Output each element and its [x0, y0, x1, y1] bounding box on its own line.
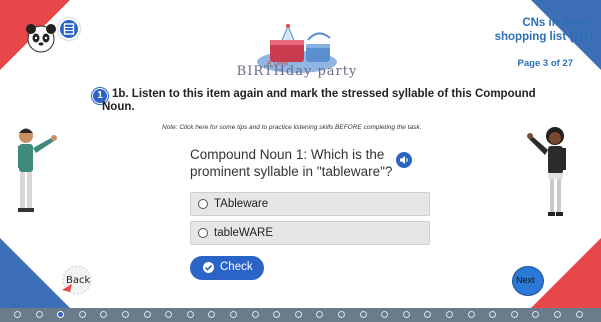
panda-icon: [26, 24, 56, 53]
back-button-label: Back: [66, 275, 91, 286]
progress-page-dot[interactable]: [467, 311, 475, 318]
question-instruction: 1b. Listen to this item again and mark t…: [102, 88, 552, 114]
man-character-illustration: [18, 128, 57, 212]
progress-page-dot[interactable]: [489, 311, 497, 318]
progress-page-dot[interactable]: [100, 311, 108, 318]
progress-page-dot[interactable]: [78, 311, 86, 318]
check-button-label: Check: [220, 261, 253, 273]
progress-page-dot[interactable]: [143, 311, 151, 318]
option-label: TAbleware: [214, 198, 269, 210]
progress-page-dot[interactable]: [122, 311, 129, 318]
instruction-line-2: Noun.: [102, 101, 135, 113]
progress-page-dot[interactable]: [57, 311, 65, 318]
back-button[interactable]: Back: [58, 264, 96, 296]
progress-page-dot[interactable]: [359, 311, 367, 318]
question-prompt: Compound Noun 1: Which is the prominent …: [190, 147, 393, 179]
progress-page-dot[interactable]: [424, 311, 432, 318]
progress-page-dot[interactable]: [338, 311, 345, 318]
logo-text: BIRTHday party: [236, 64, 358, 79]
progress-page-dot[interactable]: [510, 311, 518, 318]
radio-button[interactable]: [198, 228, 208, 238]
speaker-icon[interactable]: [396, 152, 412, 168]
option-label: tableWARE: [214, 227, 274, 239]
check-button[interactable]: Check: [190, 256, 264, 280]
next-button[interactable]: Next: [512, 266, 544, 296]
check-circle-icon: [203, 262, 214, 273]
progress-page-dot[interactable]: [532, 311, 540, 318]
course-title: CNs in Ann's shopping list (1/7): [494, 17, 593, 43]
progress-page-dot[interactable]: [186, 311, 194, 318]
progress-page-dot[interactable]: [381, 311, 389, 318]
progress-page-dot[interactable]: [316, 311, 324, 318]
progress-page-dot[interactable]: [402, 311, 410, 318]
progress-page-dot[interactable]: [14, 311, 21, 318]
tips-note-link[interactable]: Note: Click here for some tips and to pr…: [162, 124, 421, 131]
woman-character-illustration: [527, 127, 566, 216]
instruction-line-1: 1b. Listen to this item again and mark t…: [112, 88, 536, 100]
film-icon[interactable]: [58, 18, 80, 40]
progress-page-dot[interactable]: [273, 311, 281, 318]
progress-page-dot[interactable]: [251, 311, 259, 318]
answer-option-tableware-first[interactable]: TAbleware: [190, 192, 430, 216]
progress-page-dot[interactable]: [208, 311, 216, 318]
lesson-page: 'A' Level BIRTHday party CNs in Ann's sh…: [0, 0, 601, 322]
next-button-label: Next: [516, 275, 535, 285]
progress-page-dot[interactable]: [575, 311, 583, 318]
progress-page-dot[interactable]: [165, 311, 173, 318]
page-progress-bar: [0, 308, 601, 322]
progress-page-dot[interactable]: [230, 311, 237, 318]
progress-page-dot[interactable]: [294, 311, 302, 318]
progress-page-dot[interactable]: [554, 311, 561, 318]
progress-page-dot[interactable]: [35, 311, 43, 318]
radio-button[interactable]: [198, 199, 208, 209]
progress-page-dot[interactable]: [446, 311, 453, 318]
answer-option-tableware-second[interactable]: tableWARE: [190, 221, 430, 245]
page-indicator: Page 3 of 27: [517, 58, 573, 69]
